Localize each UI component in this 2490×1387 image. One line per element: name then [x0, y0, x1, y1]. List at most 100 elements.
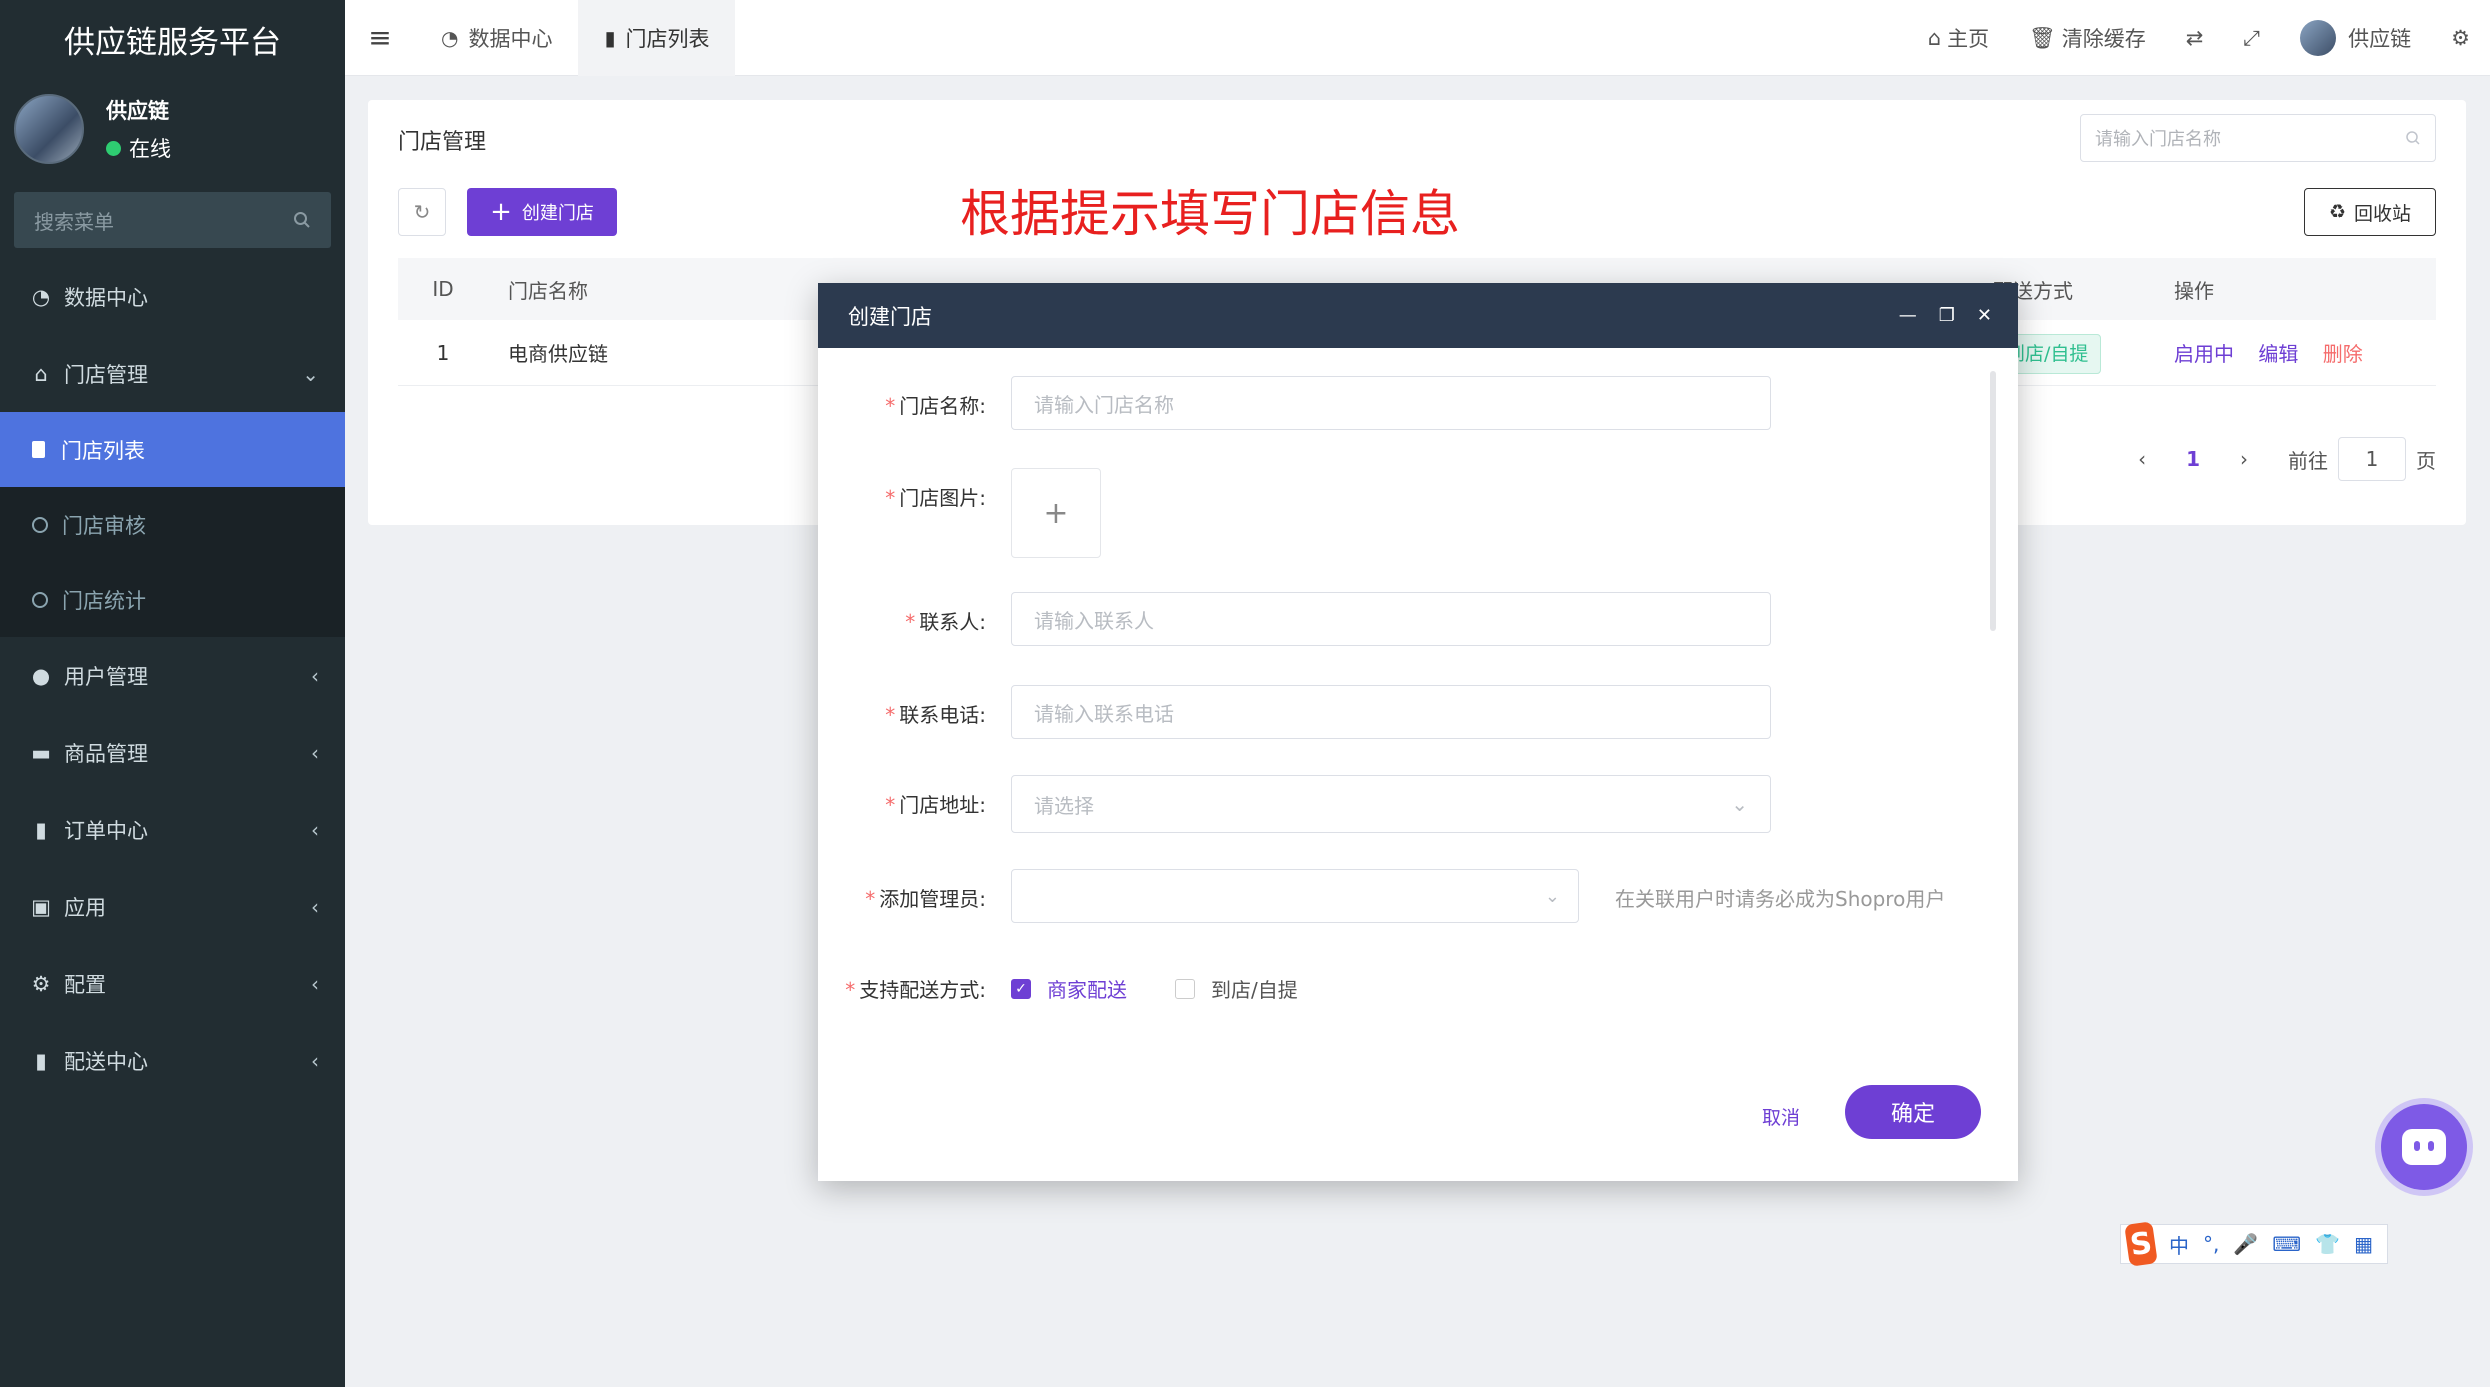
user-menu[interactable]: 供应链 — [2280, 20, 2431, 56]
field-store-image: * 门店图片: + — [818, 468, 2018, 558]
avatar — [2300, 20, 2337, 56]
refresh-button[interactable]: ↻ — [398, 188, 446, 236]
phone-input[interactable]: 请输入联系电话 — [1011, 685, 1771, 739]
create-store-button[interactable]: + 创建门店 — [467, 188, 617, 236]
menu-search-input[interactable]: 搜索菜单 — [14, 192, 331, 248]
store-name-input[interactable]: 请输入门店名称 — [1011, 376, 1771, 430]
box-icon: ▬ — [31, 740, 51, 765]
sidebar: 供应链服务平台 供应链 在线 搜索菜单 ◔ 数据中心 ⌂ 门店管理 ⌄ 门店列表 门… — [0, 0, 345, 1387]
chevron-down-icon: ⌄ — [1731, 792, 1748, 816]
cell-id: 1 — [436, 340, 450, 365]
sidebar-item-dashboard[interactable]: ◔ 数据中心 — [0, 258, 345, 335]
keyboard-icon[interactable]: ⌨ — [2272, 1232, 2301, 1256]
sidebar-item-products[interactable]: ▬ 商品管理 ‹ — [0, 714, 345, 791]
check-icon: ✓ — [1011, 978, 1031, 999]
delivery-merchant-checkbox[interactable]: ✓ 商家配送 — [1011, 974, 1127, 1003]
gears-icon: ⚙ — [2451, 26, 2470, 50]
tab-dashboard[interactable]: ◔ 数据中心 — [415, 0, 578, 76]
field-delivery: * 支持配送方式: ✓ 商家配送 到店/自提 — [818, 960, 2018, 1003]
sidebar-item-store-review[interactable]: 门店审核 — [0, 487, 345, 562]
avatar — [14, 94, 84, 164]
minimize-icon[interactable]: — — [1899, 305, 1917, 326]
ime-lang[interactable]: 中 — [2169, 1230, 2189, 1259]
pagination: ‹ 1 › 前往 1 页 — [2138, 437, 2436, 481]
menu-toggle-icon[interactable]: ≡ — [345, 21, 415, 54]
refresh-icon: ↻ — [413, 200, 431, 224]
contact-input[interactable]: 请输入联系人 — [1011, 592, 1771, 646]
trash-icon: 🗑 — [2029, 25, 2056, 50]
cell-name: 电商供应链 — [508, 342, 608, 366]
sidebar-item-apps[interactable]: ▣ 应用 ‹ — [0, 868, 345, 945]
tab-store-list[interactable]: ▮ 门店列表 — [578, 0, 736, 76]
page-number[interactable]: 1 — [2186, 447, 2200, 471]
page-title: 门店管理 — [398, 130, 487, 155]
home-icon: ⌂ — [1927, 26, 1942, 50]
fullscreen-icon: ⤢ — [2243, 25, 2261, 50]
status-toggle-link[interactable]: 启用中 — [2174, 342, 2234, 366]
instruction-annotation: 根据提示填写门店信息 — [960, 185, 1460, 243]
delete-link[interactable]: 删除 — [2323, 342, 2363, 366]
admin-select[interactable]: ⌄ — [1011, 869, 1579, 923]
edit-link[interactable]: 编辑 — [2258, 342, 2298, 366]
page-jump-input[interactable]: 1 — [2338, 437, 2406, 481]
chevron-left-icon: ‹ — [311, 663, 319, 688]
circle-icon — [32, 591, 48, 608]
home-link[interactable]: ⌂ 主页 — [1908, 23, 2009, 53]
file-icon — [32, 441, 45, 458]
menu-search-placeholder: 搜索菜单 — [34, 209, 114, 234]
user-panel: 供应链 在线 — [0, 78, 345, 180]
chevron-left-icon: ‹ — [311, 894, 319, 919]
sidebar-item-delivery[interactable]: ▮ 配送中心 ‹ — [0, 1022, 345, 1099]
dialog-title: 创建门店 — [848, 304, 932, 329]
sidebar-item-store-list[interactable]: 门店列表 — [0, 412, 345, 487]
translate-button[interactable]: ⇄ — [2166, 26, 2224, 50]
address-select[interactable]: 请选择 ⌄ — [1011, 775, 1771, 833]
topbar: ≡ ◔ 数据中心 ▮ 门店列表 ⌂ 主页 🗑 清除缓存 ⇄ ⤢ 供应链 ⚙ — [345, 0, 2490, 76]
skin-icon[interactable]: 👕 — [2315, 1232, 2340, 1256]
field-contact: * 联系人: 请输入联系人 — [818, 592, 2018, 646]
file-icon: ▮ — [35, 1048, 47, 1073]
field-address: * 门店地址: 请选择 ⌄ — [818, 775, 2018, 833]
next-page-icon[interactable]: › — [2240, 447, 2248, 471]
column-header-id: ID — [432, 277, 454, 301]
sidebar-item-users[interactable]: ● 用户管理 ‹ — [0, 637, 345, 714]
plus-icon: + — [490, 197, 512, 227]
store-search-placeholder: 请输入门店名称 — [2095, 129, 2221, 150]
search-icon — [294, 212, 310, 228]
chevron-left-icon: ‹ — [311, 740, 319, 765]
field-phone: * 联系电话: 请输入联系电话 — [818, 685, 2018, 739]
cancel-button[interactable]: 取消 — [1762, 1103, 1800, 1130]
chat-assistant-button[interactable] — [2381, 1104, 2467, 1190]
user-icon: ● — [31, 663, 51, 688]
settings-button[interactable]: ⚙ — [2431, 26, 2490, 50]
sidebar-item-store-stats[interactable]: 门店统计 — [0, 562, 345, 637]
punctuation-icon[interactable]: °, — [2203, 1232, 2219, 1256]
recycle-bin-button[interactable]: ♻ 回收站 — [2304, 188, 2436, 236]
field-admin: * 添加管理员: ⌄ 在关联用户时请务必成为Shopro用户 — [818, 869, 2018, 923]
close-icon[interactable]: ✕ — [1977, 305, 1992, 326]
sidebar-item-store-management[interactable]: ⌂ 门店管理 ⌄ — [0, 335, 345, 412]
store-search-input[interactable]: 请输入门店名称 — [2080, 114, 2436, 162]
sogou-logo-icon: S — [2124, 1221, 2158, 1267]
page-suffix: 页 — [2416, 448, 2436, 473]
delivery-pickup-checkbox[interactable]: 到店/自提 — [1175, 974, 1298, 1003]
create-store-dialog: 创建门店 — ❐ ✕ * 门店名称: 请输入门店名称 * 门店图片: + * 联系人:… — [818, 283, 2018, 1181]
chevron-left-icon: ‹ — [311, 817, 319, 842]
user-name: 供应链 — [106, 99, 169, 123]
clear-cache-button[interactable]: 🗑 清除缓存 — [2009, 23, 2166, 53]
chat-icon — [2402, 1129, 2446, 1165]
prev-page-icon[interactable]: ‹ — [2138, 447, 2146, 471]
maximize-icon[interactable]: ❐ — [1939, 305, 1955, 326]
microphone-icon[interactable]: 🎤 — [2233, 1232, 2258, 1256]
brand-title: 供应链服务平台 — [64, 24, 281, 61]
sidebar-item-orders[interactable]: ▮ 订单中心 ‹ — [0, 791, 345, 868]
row-actions: 启用中 编辑 删除 — [2174, 338, 2381, 367]
gears-icon: ⚙ — [31, 971, 51, 996]
grid-icon[interactable]: ▦ — [2354, 1232, 2373, 1256]
fullscreen-button[interactable]: ⤢ — [2223, 26, 2280, 51]
chevron-left-icon: ‹ — [311, 971, 319, 996]
image-upload-button[interactable]: + — [1011, 468, 1101, 558]
sidebar-item-config[interactable]: ⚙ 配置 ‹ — [0, 945, 345, 1022]
confirm-button[interactable]: 确定 — [1845, 1085, 1981, 1139]
bank-icon: ⌂ — [34, 361, 48, 386]
